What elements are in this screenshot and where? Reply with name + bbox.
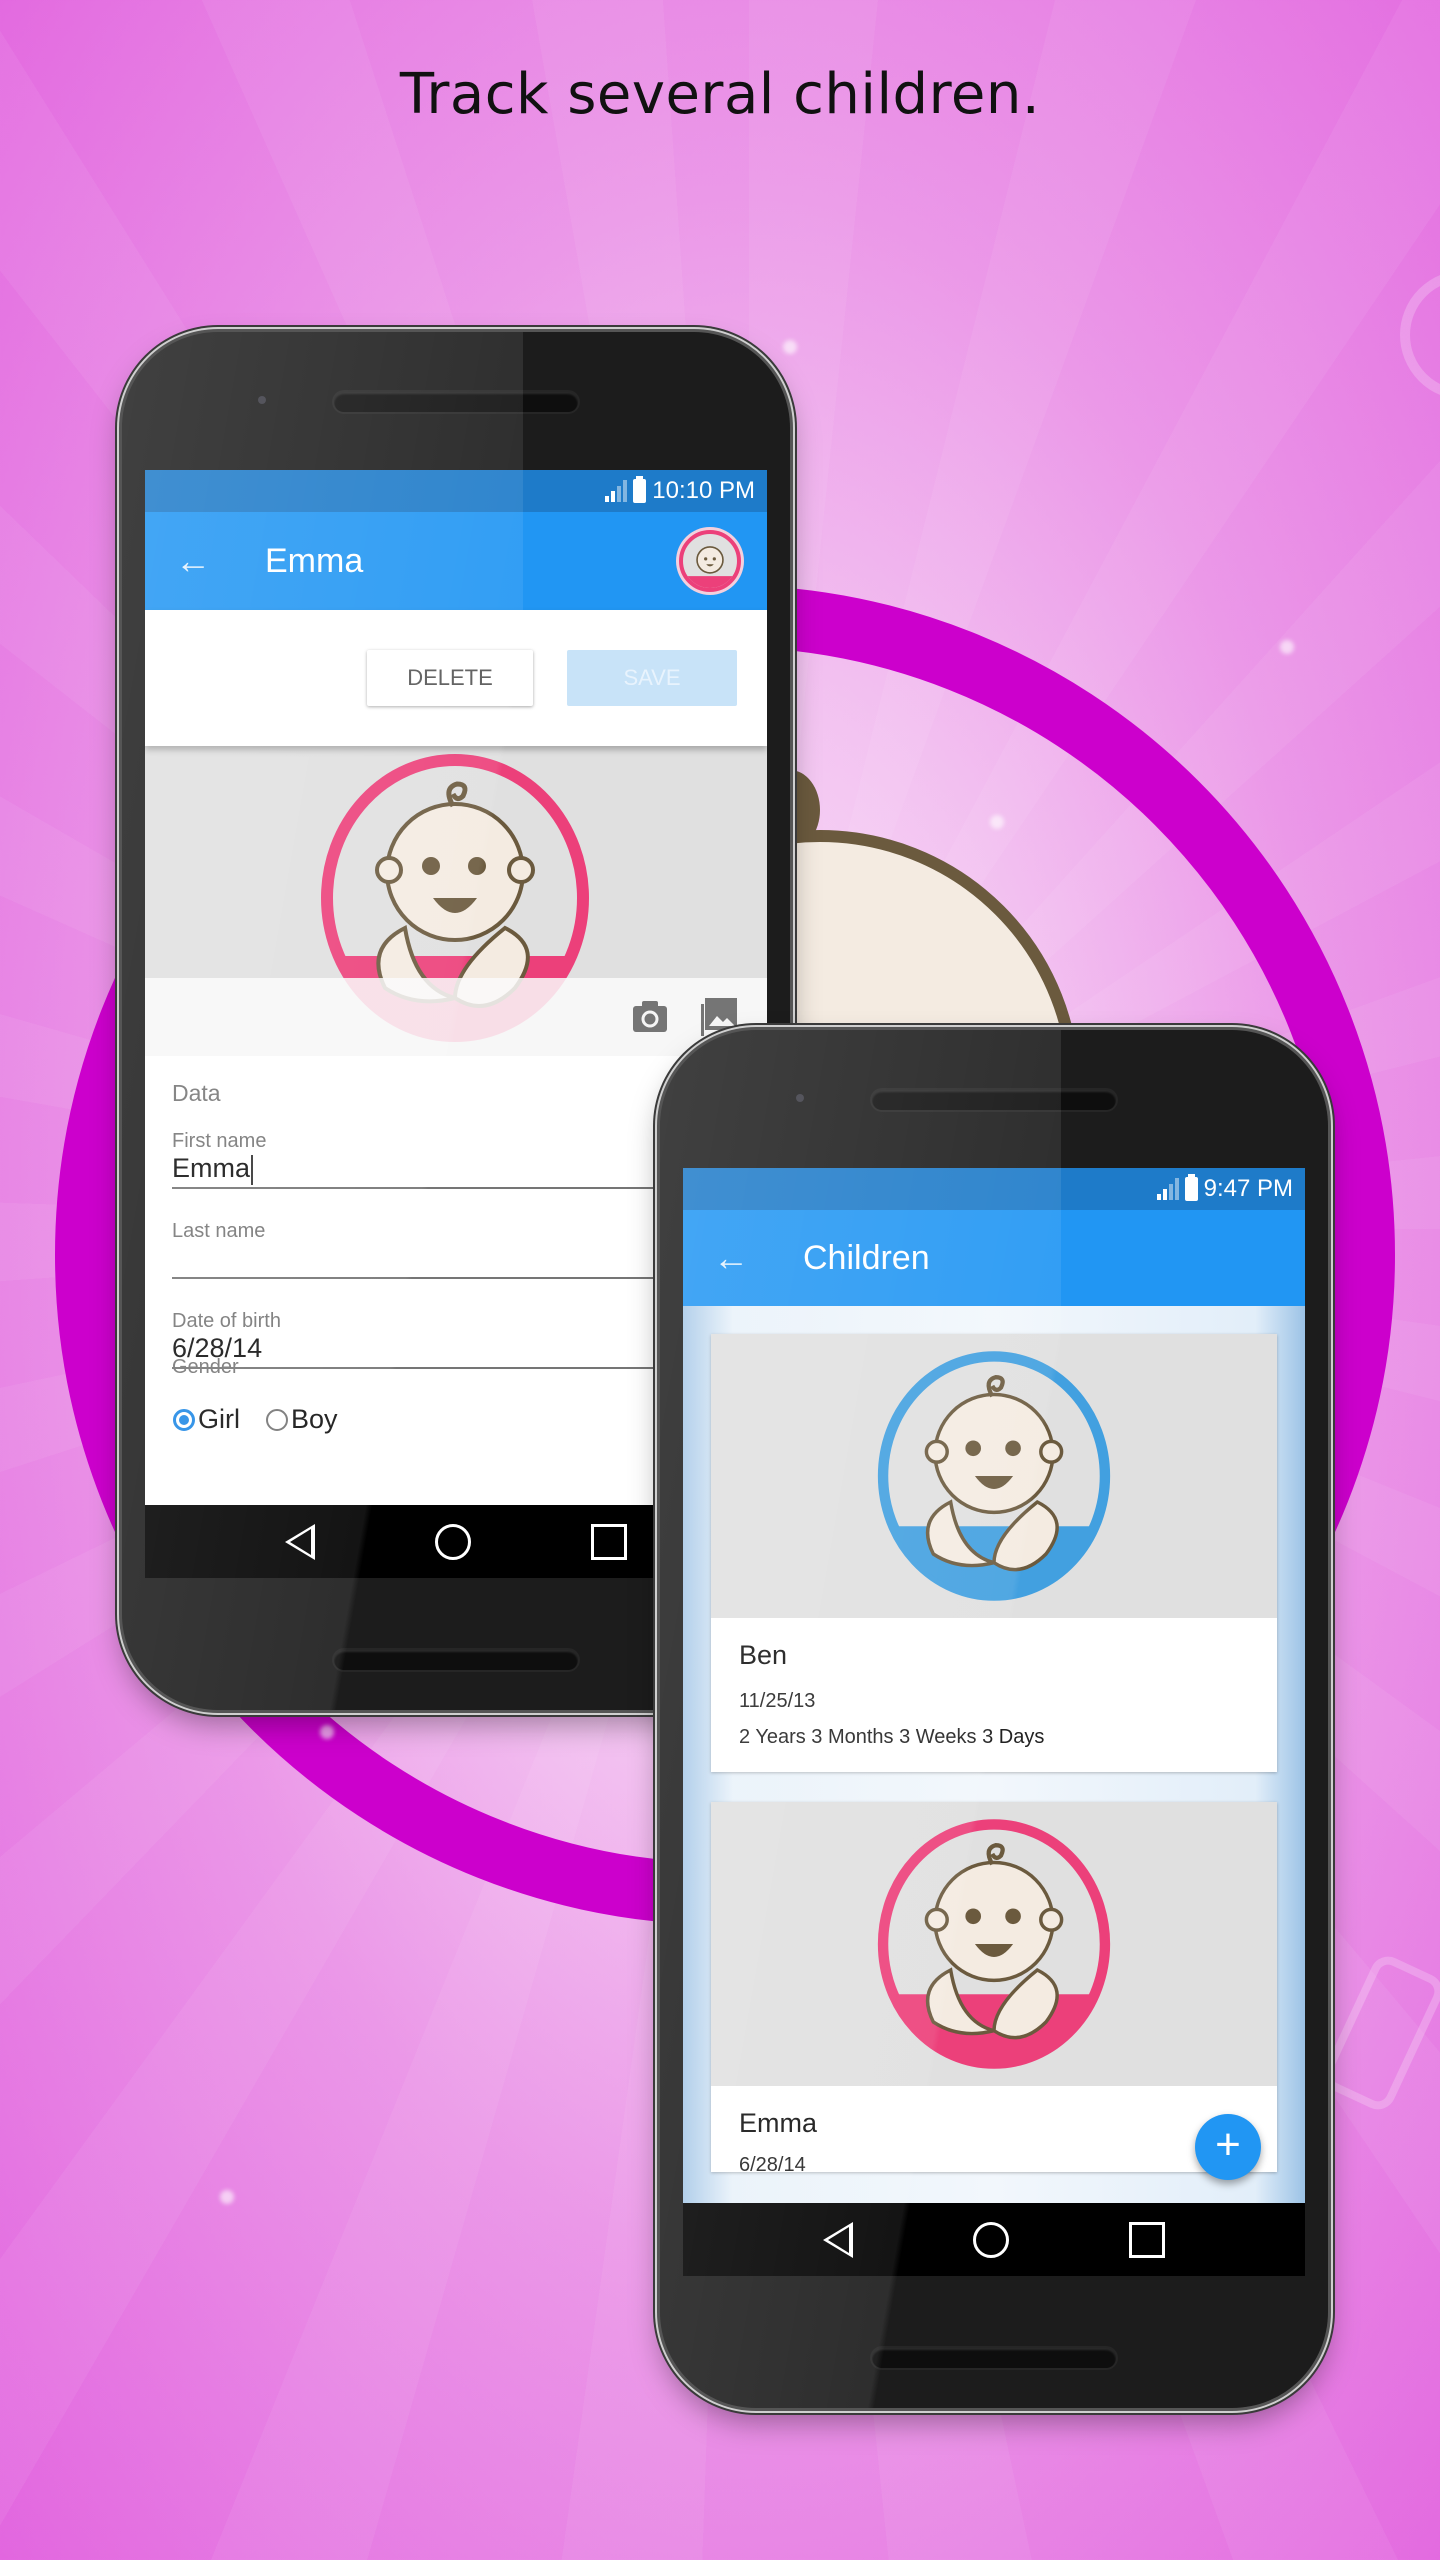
- nav-back-icon[interactable]: [285, 1523, 315, 1560]
- bottom-speaker: [872, 2348, 1116, 2368]
- app-bar: ← Children: [683, 1210, 1305, 1306]
- nav-recents-icon[interactable]: [1129, 2221, 1165, 2258]
- screen: 9:47 PM ← Children Ben 11/25/13 2 Years …: [683, 1168, 1305, 2276]
- section-label: Data: [172, 1080, 221, 1106]
- add-child-button[interactable]: +: [1195, 2114, 1261, 2180]
- status-time: 10:10 PM: [652, 477, 755, 504]
- bottom-speaker: [334, 1650, 578, 1670]
- child-card[interactable]: Emma 6/28/14: [711, 1802, 1277, 2172]
- sparkle: [990, 815, 1004, 829]
- battery-charging-icon: [1184, 1174, 1198, 1201]
- nav-recents-icon[interactable]: [591, 1523, 627, 1560]
- delete-button[interactable]: DELETE: [367, 650, 533, 706]
- earpiece-speaker: [872, 1090, 1116, 1110]
- system-nav-bar: [683, 2203, 1305, 2276]
- sparkle: [320, 1725, 334, 1739]
- battery-charging-icon: [633, 476, 647, 503]
- text-cursor: [251, 1154, 254, 1185]
- child-dob: 11/25/13: [739, 1690, 816, 1712]
- baby-avatar-pink: [877, 1819, 1111, 2069]
- action-area: DELETE SAVE: [145, 610, 767, 746]
- children-list: Ben 11/25/13 2 Years 3 Months 3 Weeks 3 …: [683, 1306, 1305, 2203]
- save-button[interactable]: SAVE: [567, 650, 737, 706]
- arrow-back-icon[interactable]: ←: [145, 540, 241, 582]
- phone-children-list: 9:47 PM ← Children Ben 11/25/13 2 Years …: [660, 1030, 1328, 2408]
- signal-icon: [1156, 1178, 1179, 1200]
- card-image: [711, 1802, 1277, 2086]
- app-bar: ← Emma: [145, 512, 767, 610]
- front-camera: [258, 396, 266, 404]
- baby-icon: [683, 546, 737, 588]
- gender-label: Gender: [172, 1356, 239, 1378]
- child-photo-area: [145, 746, 767, 1056]
- card-image: [711, 1334, 1277, 1618]
- image-icon[interactable]: [699, 996, 739, 1036]
- front-camera: [796, 1094, 804, 1102]
- baby-avatar-blue: [877, 1351, 1111, 1601]
- page-title: Children: [803, 1238, 930, 1277]
- photo-toolbar: [145, 978, 767, 1056]
- child-name: Emma: [739, 2108, 818, 2138]
- status-bar: 10:10 PM: [145, 470, 767, 512]
- nav-home-icon[interactable]: [435, 1523, 471, 1560]
- radio-girl[interactable]: [173, 1408, 195, 1431]
- child-age: 2 Years 3 Months 3 Weeks 3 Days: [739, 1726, 1045, 1748]
- sparkle: [783, 340, 797, 354]
- status-time: 9:47 PM: [1203, 1175, 1293, 1202]
- nav-back-icon[interactable]: [823, 2221, 853, 2258]
- radio-boy-label[interactable]: Boy: [291, 1404, 338, 1435]
- sparkle: [1280, 640, 1294, 654]
- status-bar: 9:47 PM: [683, 1168, 1305, 1210]
- headline: Track several children.: [399, 62, 1041, 127]
- earpiece-speaker: [334, 392, 578, 412]
- radio-boy[interactable]: [266, 1408, 288, 1431]
- child-name: Ben: [739, 1640, 788, 1670]
- page-title: Emma: [265, 541, 364, 580]
- sparkle: [220, 2190, 234, 2204]
- signal-icon: [605, 480, 628, 502]
- gender-radio-group: Girl Boy: [173, 1404, 338, 1435]
- avatar[interactable]: [679, 530, 741, 592]
- arrow-back-icon[interactable]: ←: [683, 1237, 779, 1279]
- camera-icon[interactable]: [631, 1000, 669, 1034]
- child-card[interactable]: Ben 11/25/13 2 Years 3 Months 3 Weeks 3 …: [711, 1334, 1277, 1772]
- radio-girl-label[interactable]: Girl: [198, 1404, 240, 1435]
- first-name-input[interactable]: Emma: [172, 1153, 250, 1183]
- child-dob: 6/28/14: [739, 2154, 806, 2172]
- nav-home-icon[interactable]: [973, 2221, 1009, 2258]
